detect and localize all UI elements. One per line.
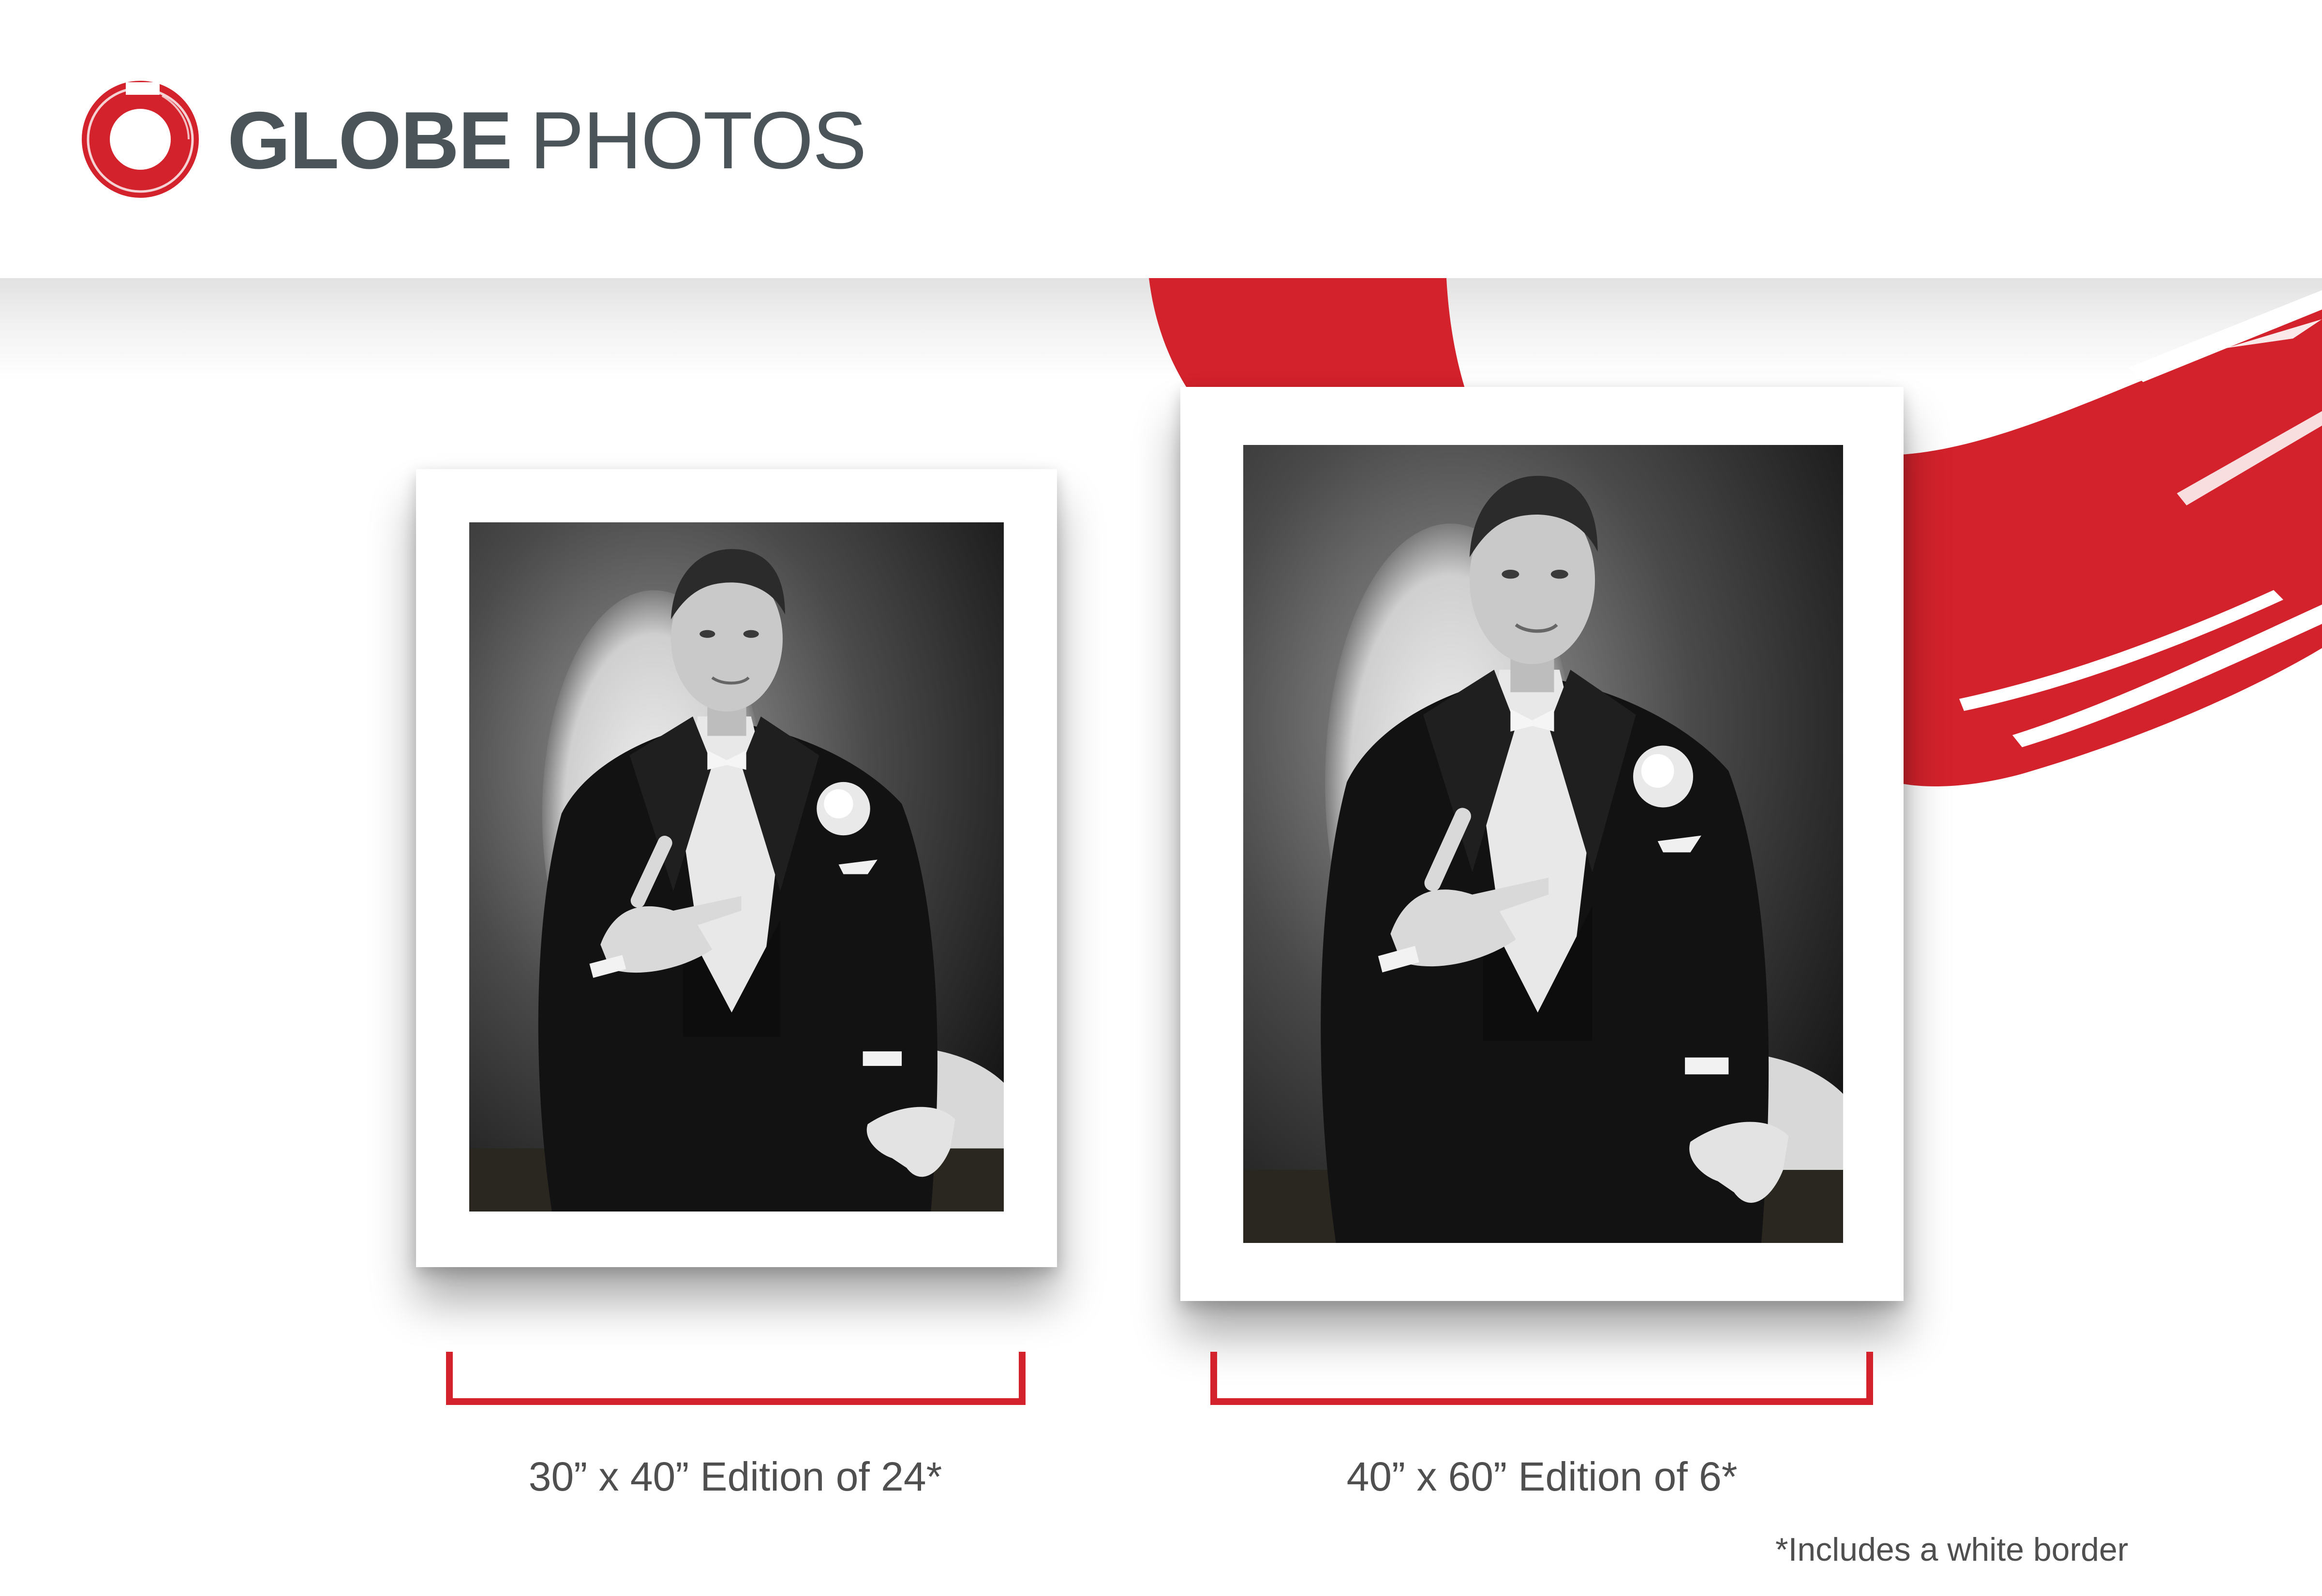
edition-caption-small: 30” x 40” Edition of 24* (528, 1454, 942, 1499)
brand-wordmark-bold: GLOBE (227, 95, 512, 186)
brand-wordmark-light: PHOTOS (530, 95, 866, 186)
header-shadow (0, 278, 2322, 380)
portrait-photo-small (469, 522, 1004, 1212)
size-bracket-small (446, 1352, 1026, 1405)
size-bracket-large (1210, 1352, 1873, 1405)
print-large[interactable] (1180, 387, 1904, 1301)
portrait-photo-large (1243, 445, 1843, 1243)
portrait-image-icon (469, 522, 1004, 1212)
portrait-image-icon (1243, 445, 1843, 1243)
page: GLOBE PHOTOS 30” x 40” Edition of 24* 40… (0, 0, 2322, 1596)
border-footnote: *Includes a white border (1775, 1531, 2128, 1568)
edition-caption-large: 40” x 60” Edition of 6* (1346, 1454, 1738, 1499)
print-small[interactable] (416, 469, 1057, 1267)
brand-wordmark[interactable]: GLOBE PHOTOS (227, 92, 867, 189)
header: GLOBE PHOTOS (0, 0, 2322, 278)
globe-ring-logo-icon[interactable] (77, 76, 203, 202)
